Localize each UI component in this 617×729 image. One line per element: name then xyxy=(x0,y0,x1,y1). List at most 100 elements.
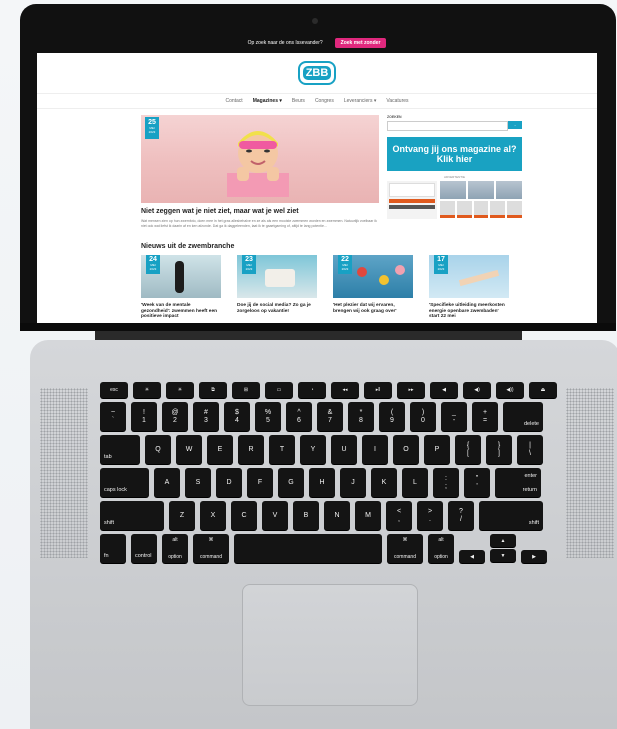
key-s[interactable]: S xyxy=(185,468,211,497)
key-v[interactable]: V xyxy=(262,501,288,530)
key-mute[interactable]: ◀ xyxy=(430,382,458,398)
key-h[interactable]: H xyxy=(309,468,335,497)
key-eject[interactable]: ⏏ xyxy=(529,382,557,398)
key-k[interactable]: K xyxy=(371,468,397,497)
key-mission-control[interactable]: ⧉ xyxy=(199,382,227,398)
key-command-left[interactable]: ⌘ command xyxy=(193,534,229,563)
key-arrow-up[interactable]: ▲ xyxy=(490,534,516,547)
news-card-title[interactable]: 'Het plezier dat wij ervaren, brengen wi… xyxy=(333,303,413,314)
key-m[interactable]: M xyxy=(355,501,381,530)
key-quote[interactable]: " ' xyxy=(464,468,490,497)
key-l[interactable]: L xyxy=(402,468,428,497)
news-card-image[interactable]: 17 MEI 2023 xyxy=(429,255,509,298)
key-period[interactable]: >. xyxy=(417,501,443,530)
key-x[interactable]: X xyxy=(200,501,226,530)
news-card[interactable]: 23 MEI 2023 Doe jij de social media? Zo ga… xyxy=(237,255,317,314)
key-g[interactable]: G xyxy=(278,468,304,497)
key-kb-light-down[interactable]: ▭ xyxy=(265,382,293,398)
key-arrow-left[interactable]: ◀ xyxy=(459,550,485,563)
key-option-right[interactable]: alt option xyxy=(428,534,454,563)
promo-button[interactable]: Zoek met zonder xyxy=(334,38,387,48)
key-n[interactable]: N xyxy=(324,501,350,530)
nav-item-congres[interactable]: Congres xyxy=(315,98,334,104)
key-esc[interactable]: esc xyxy=(100,382,128,398)
key-comma[interactable]: <, xyxy=(386,501,412,530)
advertisement[interactable] xyxy=(387,181,522,219)
news-card-title[interactable]: 'Specifieke uitleiding meerkosten energi… xyxy=(429,303,509,320)
news-card[interactable]: 24 MEI 2023 'Week van de mentale gezondhei… xyxy=(141,255,221,320)
key-9[interactable]: (9 xyxy=(379,402,405,431)
key-i[interactable]: I xyxy=(362,435,388,464)
key-8[interactable]: * 8 xyxy=(348,402,374,431)
news-card-image[interactable]: 24 MEI 2023 xyxy=(141,255,221,298)
key-close-bracket[interactable]: }] xyxy=(486,435,512,464)
key-b[interactable]: B xyxy=(293,501,319,530)
site-logo[interactable]: ZBB xyxy=(298,61,336,85)
key-shift-left[interactable]: shift xyxy=(100,501,164,530)
nav-item-vacatures[interactable]: Vacatures xyxy=(386,98,408,104)
key-fn[interactable]: fn xyxy=(100,534,126,563)
key-kb-light-up[interactable]: ◔ xyxy=(298,382,326,398)
key-y[interactable]: Y xyxy=(300,435,326,464)
key-slash[interactable]: ? / xyxy=(448,501,474,530)
key-2[interactable]: @2 xyxy=(162,402,188,431)
key-caps-lock[interactable]: caps lock xyxy=(100,468,149,497)
key-3[interactable]: #3 xyxy=(193,402,219,431)
key-7[interactable]: & 7 xyxy=(317,402,343,431)
search-button[interactable]: → xyxy=(508,121,522,129)
magazine-banner[interactable]: Ontvang jij ons magazine al? Klik hier xyxy=(387,137,522,171)
hero-title[interactable]: Niet zeggen wat je niet ziet, maar wat j… xyxy=(141,208,299,215)
hero-image[interactable]: 25 MEI 2023 xyxy=(141,115,379,203)
key-option-left[interactable]: alt option xyxy=(162,534,188,563)
key-tilde[interactable]: ~ ` xyxy=(100,402,126,431)
news-card-image[interactable]: 23 MEI 2023 xyxy=(237,255,317,298)
key-q[interactable]: Q xyxy=(145,435,171,464)
trackpad[interactable] xyxy=(242,584,418,706)
key-a[interactable]: A xyxy=(154,468,180,497)
key-control[interactable]: control xyxy=(131,534,157,563)
key-semicolon[interactable]: :; xyxy=(433,468,459,497)
key-equals[interactable]: + = xyxy=(472,402,498,431)
key-j[interactable]: J xyxy=(340,468,366,497)
key-launchpad[interactable]: ⊞ xyxy=(232,382,260,398)
nav-item-leveranciers[interactable]: Leveranciers ▾ xyxy=(344,98,377,104)
key-arrow-right[interactable]: ▶ xyxy=(521,550,547,563)
news-card-title[interactable]: 'Week van de mentale gezondheid': zwemme… xyxy=(141,303,221,320)
news-card[interactable]: 17 MEI 2023 'Specifieke uitleiding meerkos… xyxy=(429,255,509,320)
key-shift-right[interactable]: shift xyxy=(479,501,543,530)
key-tab[interactable]: tab xyxy=(100,435,140,464)
key-4[interactable]: $4 xyxy=(224,402,250,431)
nav-item-magazines[interactable]: Magazines ▾ xyxy=(253,98,282,104)
key-brightness-down[interactable]: ☀ xyxy=(133,382,161,398)
key-return[interactable]: enter return xyxy=(495,468,541,497)
key-delete[interactable]: delete xyxy=(503,402,543,431)
key-brightness-up[interactable]: ☀ xyxy=(166,382,194,398)
key-t[interactable]: T xyxy=(269,435,295,464)
key-backslash[interactable]: | \ xyxy=(517,435,543,464)
key-volume-down[interactable]: ◀) xyxy=(463,382,491,398)
key-f[interactable]: F xyxy=(247,468,273,497)
key-p[interactable]: P xyxy=(424,435,450,464)
key-o[interactable]: O xyxy=(393,435,419,464)
key-6[interactable]: ^ 6 xyxy=(286,402,312,431)
key-w[interactable]: W xyxy=(176,435,202,464)
key-arrow-down[interactable]: ▼ xyxy=(490,549,516,562)
key-0[interactable]: ) 0 xyxy=(410,402,436,431)
key-command-right[interactable]: ⌘ command xyxy=(387,534,423,563)
key-e[interactable]: E xyxy=(207,435,233,464)
news-card-title[interactable]: Doe jij de social media? Zo ga je zorgel… xyxy=(237,303,317,314)
key-play-pause[interactable]: ▸‖ xyxy=(364,382,392,398)
key-open-bracket[interactable]: {[ xyxy=(455,435,481,464)
key-5[interactable]: % 5 xyxy=(255,402,281,431)
nav-item-contact[interactable]: Contact xyxy=(225,98,242,104)
key-rewind[interactable]: ◂◂ xyxy=(331,382,359,398)
key-d[interactable]: D xyxy=(216,468,242,497)
key-space[interactable] xyxy=(234,534,382,563)
news-card[interactable]: 22 MEI 2023 'Het plezier dat wij ervaren, … xyxy=(333,255,413,314)
news-card-image[interactable]: 22 MEI 2023 xyxy=(333,255,413,298)
key-z[interactable]: Z xyxy=(169,501,195,530)
key-minus[interactable]: _ - xyxy=(441,402,467,431)
key-1[interactable]: ! 1 xyxy=(131,402,157,431)
key-u[interactable]: U xyxy=(331,435,357,464)
key-fast-forward[interactable]: ▸▸ xyxy=(397,382,425,398)
